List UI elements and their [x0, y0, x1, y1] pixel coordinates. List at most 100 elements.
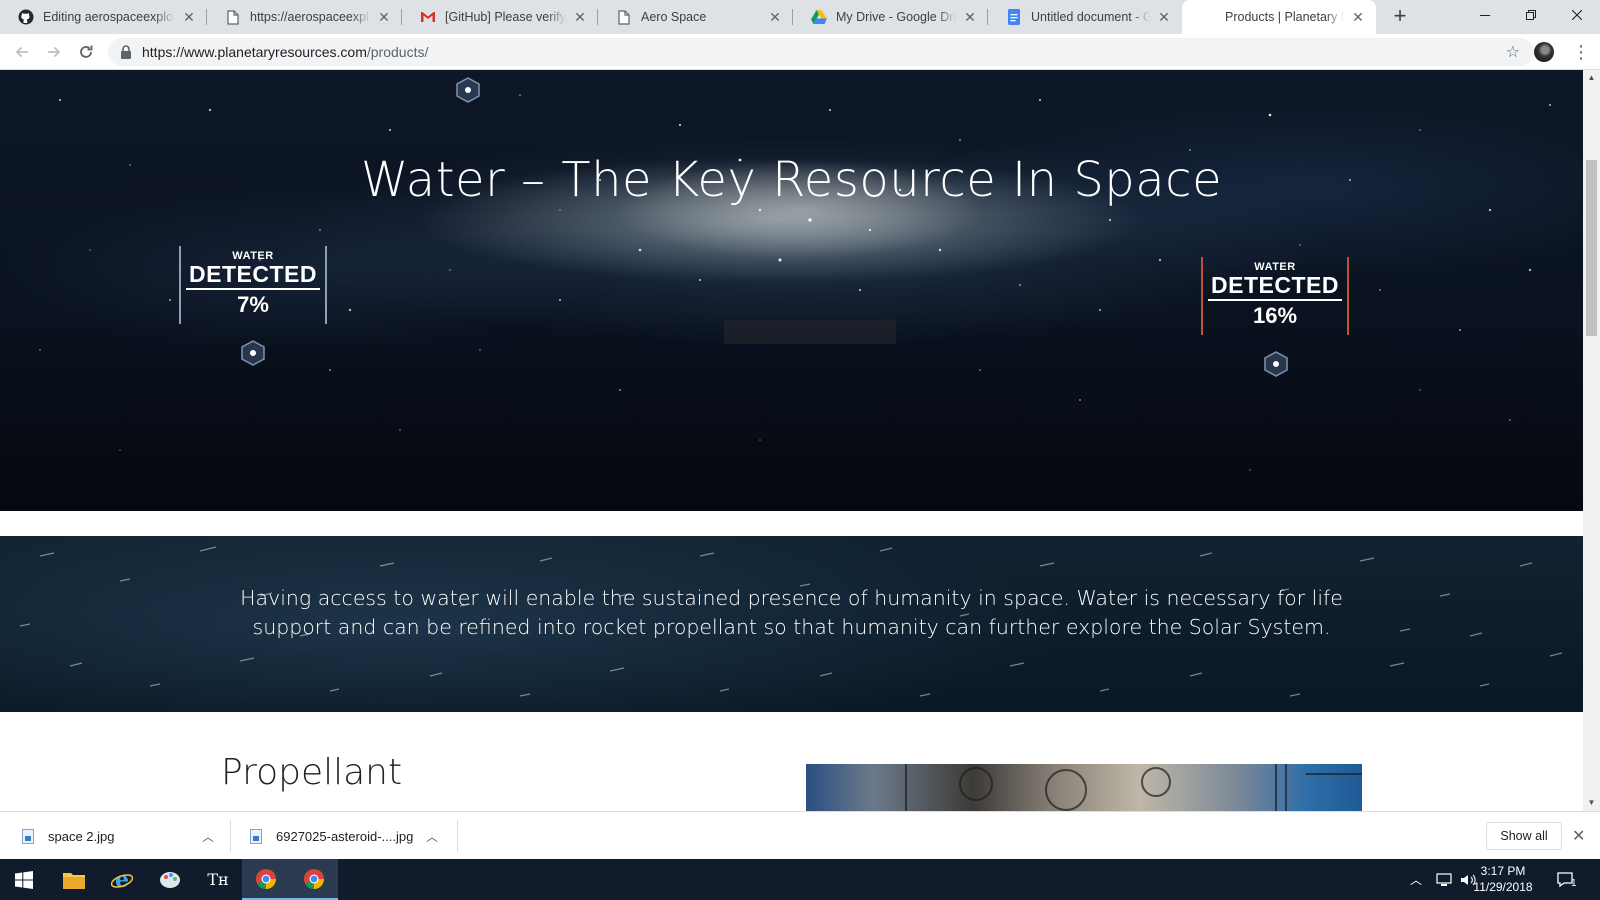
show-all-downloads-button[interactable]: Show all	[1486, 822, 1562, 850]
show-hidden-icons-chevron-icon[interactable]: ︿	[1410, 859, 1422, 900]
close-icon	[1572, 10, 1582, 20]
download-shelf: space 2.jpg ︿ 6927025-asteroid-....jpg ︿…	[0, 811, 1600, 859]
close-tab-icon[interactable]: ✕	[1156, 9, 1172, 25]
arrow-right-icon	[48, 46, 61, 58]
badge-bracket-right	[325, 246, 327, 324]
palette-icon	[160, 871, 180, 888]
minimize-icon	[1480, 15, 1490, 16]
hotspot-marker-icon[interactable]	[240, 340, 266, 366]
reload-icon	[80, 45, 93, 58]
water-detected-badge-right: WATER DETECTED 16%	[1201, 257, 1349, 335]
close-download-shelf-icon[interactable]: ✕	[1572, 826, 1585, 846]
tab-github-verify[interactable]: [GitHub] Please verify your ✕	[402, 0, 598, 34]
back-button[interactable]	[10, 40, 34, 64]
badge-divider	[1208, 299, 1342, 301]
tab-aero-space[interactable]: Aero Space ✕	[598, 0, 793, 34]
tab-title: https://aerospaceexplorer	[250, 10, 370, 24]
windows-taskbar: e Tʜ ︿ 3:17 PM 11/29/2018 1	[0, 859, 1600, 900]
clock-time: 3:17 PM	[1480, 864, 1526, 878]
restore-button[interactable]	[1508, 0, 1554, 30]
chrome-icon	[256, 868, 276, 889]
tab-editing-aerospaceexplorer[interactable]: Editing aerospaceexplorer ✕	[0, 0, 207, 34]
browser-menu-icon[interactable]: ⋮	[1571, 42, 1591, 62]
tab-title: My Drive - Google Drive	[836, 10, 956, 24]
google-docs-icon	[1006, 9, 1022, 25]
network-icon[interactable]	[1436, 859, 1452, 900]
tab-title: [GitHub] Please verify your	[445, 10, 566, 24]
section-title-propellant: Propellant	[221, 752, 403, 793]
close-tab-icon[interactable]: ✕	[181, 9, 197, 25]
badge-value: 16%	[1252, 303, 1298, 328]
chrome-icon	[304, 868, 324, 889]
download-filename: 6927025-asteroid-....jpg	[276, 828, 414, 844]
download-separator	[457, 820, 458, 852]
badge-bracket-left	[1201, 257, 1203, 335]
tab-google-drive[interactable]: My Drive - Google Drive ✕	[793, 0, 988, 34]
taskbar-text-app[interactable]: Tʜ	[194, 859, 242, 900]
close-tab-icon[interactable]: ✕	[1350, 9, 1366, 25]
tab-title: Products | Planetary Reso	[1225, 10, 1344, 24]
faint-overlay-bar	[724, 320, 896, 344]
hero-section: Water – The Key Resource In Space WATER …	[0, 70, 1583, 511]
close-window-button[interactable]	[1554, 0, 1600, 30]
hotspot-marker-icon[interactable]	[1263, 351, 1289, 377]
download-separator	[230, 820, 231, 852]
tab-title: Editing aerospaceexplorer	[43, 10, 175, 24]
tab-strip: Editing aerospaceexplorer ✕ https://aero…	[0, 0, 1600, 34]
minimize-button[interactable]	[1462, 0, 1508, 30]
bookmark-star-icon[interactable]: ☆	[1506, 42, 1520, 62]
taskbar-chrome-2[interactable]	[290, 859, 338, 900]
new-tab-button[interactable]: +	[1388, 5, 1412, 29]
github-icon	[18, 9, 34, 25]
badge-bracket-left	[179, 246, 181, 324]
close-tab-icon[interactable]: ✕	[767, 9, 783, 25]
url-path: /products/	[366, 44, 429, 60]
page-icon	[616, 9, 632, 25]
download-item[interactable]: 6927025-asteroid-....jpg ︿	[250, 812, 458, 860]
taskbar-paint-app[interactable]	[146, 859, 194, 900]
restore-icon	[1526, 10, 1536, 20]
taskbar-clock[interactable]: 3:17 PM 11/29/2018	[1470, 863, 1536, 895]
internet-explorer-icon: e	[111, 869, 133, 891]
scroll-down-arrow-icon[interactable]: ▼	[1583, 795, 1600, 811]
chevron-up-icon[interactable]: ︿	[426, 828, 438, 845]
propellant-image	[806, 764, 1362, 811]
notification-count: 1	[1571, 878, 1577, 889]
tab-aerospaceexplorer-url[interactable]: https://aerospaceexplorer ✕	[207, 0, 402, 34]
url-host: https://www.planetaryresources.com	[142, 44, 367, 60]
action-center-button[interactable]: 1	[1556, 859, 1577, 900]
folder-icon	[63, 872, 85, 889]
tab-products-planetary-resources[interactable]: Products | Planetary Reso ✕	[1182, 0, 1376, 34]
rocket-engine-illustration	[905, 764, 1362, 811]
water-band-section: Having access to water will enable the s…	[0, 536, 1583, 712]
scroll-up-arrow-icon[interactable]: ▲	[1583, 70, 1600, 86]
start-button[interactable]	[0, 859, 48, 900]
close-tab-icon[interactable]: ✕	[376, 9, 392, 25]
google-drive-icon	[811, 9, 827, 25]
badge-label-main: DETECTED	[189, 261, 317, 287]
taskbar-chrome-1[interactable]	[242, 859, 290, 900]
chevron-up-icon[interactable]: ︿	[202, 828, 214, 845]
taskbar-internet-explorer[interactable]: e	[98, 859, 146, 900]
tab-title: Aero Space	[641, 10, 707, 24]
windows-logo-icon	[15, 870, 33, 889]
page-scrollbar[interactable]: ▲ ▼	[1583, 70, 1600, 811]
reload-button[interactable]	[74, 40, 98, 64]
arrow-left-icon	[15, 46, 28, 58]
tab-untitled-document[interactable]: Untitled document - Goo ✕	[988, 0, 1182, 34]
browser-toolbar: https://www.planetaryresources.com/produ…	[0, 34, 1600, 70]
badge-label-main: DETECTED	[1211, 272, 1339, 298]
close-tab-icon[interactable]: ✕	[962, 9, 978, 25]
taskbar-file-explorer[interactable]	[50, 859, 98, 900]
image-file-icon	[250, 828, 262, 844]
badge-bracket-right	[1347, 257, 1349, 335]
forward-button[interactable]	[42, 40, 66, 64]
download-item[interactable]: space 2.jpg ︿	[22, 812, 231, 860]
profile-avatar[interactable]	[1534, 42, 1554, 62]
address-bar[interactable]: https://www.planetaryresources.com/produ…	[108, 38, 1534, 66]
scrollbar-thumb[interactable]	[1586, 160, 1597, 336]
hero-title: Water – The Key Resource In Space	[360, 152, 1223, 208]
hotspot-marker-icon[interactable]	[455, 77, 481, 103]
close-tab-icon[interactable]: ✕	[572, 9, 588, 25]
tab-title: Untitled document - Goo	[1031, 10, 1150, 24]
